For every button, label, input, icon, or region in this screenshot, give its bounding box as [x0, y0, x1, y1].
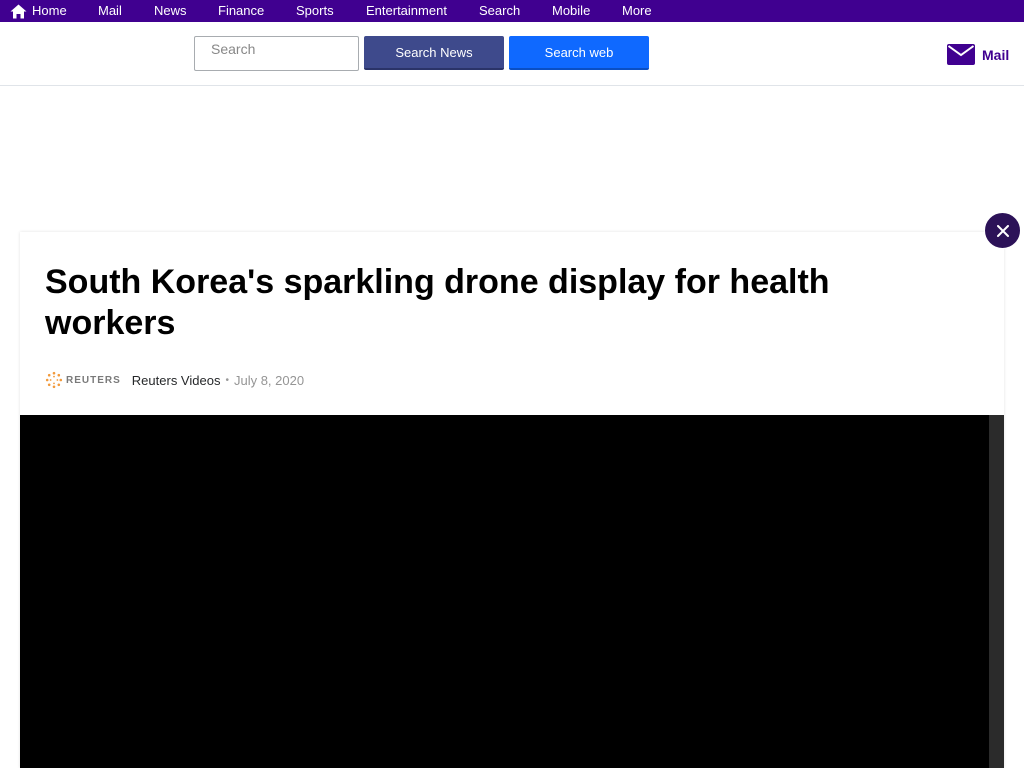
- nav-item-entertainment[interactable]: Entertainment: [366, 0, 447, 22]
- search-news-button[interactable]: Search News: [364, 36, 504, 70]
- mail-link[interactable]: Mail: [947, 44, 1009, 65]
- nav-item-finance[interactable]: Finance: [218, 0, 264, 22]
- mail-icon: [947, 44, 975, 65]
- article-title: South Korea's sparkling drone display fo…: [45, 263, 830, 342]
- nav-item-home[interactable]: Home: [10, 0, 67, 22]
- search-web-button[interactable]: Search web: [509, 36, 649, 70]
- search-input[interactable]: [194, 36, 359, 71]
- nav-item-label: Mobile: [552, 3, 591, 18]
- article-modal: South Korea's sparkling drone display fo…: [20, 232, 1004, 768]
- nav-item-label: More: [622, 3, 652, 18]
- nav-item-label: Finance: [218, 3, 265, 18]
- top-navigation-bar: Home Mail News Finance Sports Entertainm…: [0, 0, 1024, 22]
- video-player[interactable]: [20, 415, 1004, 768]
- byline: REUTERS Reuters Videos • July 8, 2020: [45, 371, 304, 389]
- nav-item-label: Search: [479, 3, 521, 18]
- provider-logo-text: REUTERS: [66, 374, 121, 386]
- nav-item-search[interactable]: Search: [479, 0, 520, 22]
- close-icon: [996, 224, 1009, 237]
- nav-item-news[interactable]: News: [154, 0, 187, 22]
- nav-item-mobile[interactable]: Mobile: [552, 0, 590, 22]
- video-scrollbar[interactable]: [989, 415, 1004, 768]
- search-news-label: Search News: [395, 44, 473, 60]
- search-web-label: Search web: [544, 44, 614, 60]
- nav-item-label: News: [154, 3, 187, 18]
- nav-item-sports[interactable]: Sports: [296, 0, 334, 22]
- publish-date: July 8, 2020: [233, 372, 305, 388]
- nav-item-label: Mail: [98, 3, 122, 18]
- nav-item-mail[interactable]: Mail: [98, 0, 122, 22]
- byline-separator: •: [225, 374, 229, 386]
- header: Search News Search web Mail: [0, 22, 1024, 86]
- reuters-logo-icon: [45, 371, 63, 389]
- nav-item-label: Sports: [296, 3, 334, 18]
- close-button[interactable]: [984, 212, 1021, 249]
- home-icon: [10, 4, 27, 18]
- nav-item-label: Entertainment: [366, 3, 447, 18]
- provider-name[interactable]: Reuters Videos: [132, 373, 221, 388]
- mail-label: Mail: [982, 46, 1010, 63]
- provider-logo[interactable]: REUTERS: [45, 371, 121, 389]
- nav-item-more[interactable]: More: [622, 0, 652, 22]
- nav-item-label: Home: [32, 3, 67, 18]
